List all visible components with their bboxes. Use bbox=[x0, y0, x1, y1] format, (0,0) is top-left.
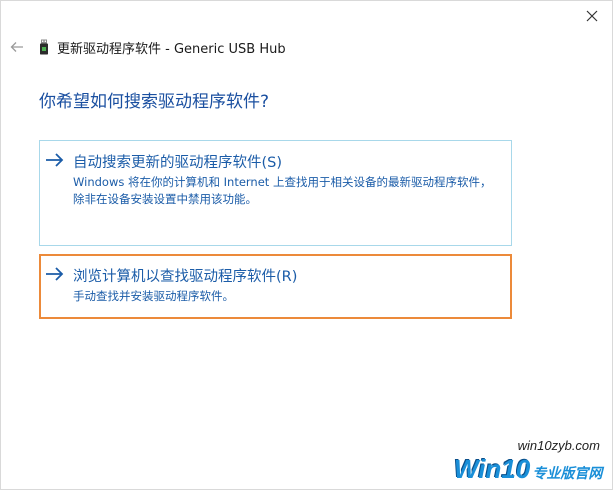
close-button[interactable] bbox=[579, 5, 605, 27]
site-watermark: win10zyb.com Win10 专业版官网 bbox=[448, 438, 608, 486]
browse-computer-option-description: 手动查找并安装驱动程序软件。 bbox=[73, 289, 234, 303]
arrow-right-icon bbox=[46, 267, 64, 281]
page-question: 你希望如何搜索驱动程序软件? bbox=[39, 92, 270, 112]
back-button[interactable] bbox=[6, 37, 28, 57]
usb-device-icon bbox=[40, 39, 48, 55]
back-arrow-icon bbox=[10, 42, 23, 52]
watermark-url: win10zyb.com bbox=[517, 438, 600, 453]
browse-computer-option[interactable]: 浏览计算机以查找驱动程序软件(R) 手动查找并安装驱动程序软件。 bbox=[39, 254, 512, 319]
auto-search-option-description: Windows 将在你的计算机和 Internet 上查找用于相关设备的最新驱动… bbox=[73, 175, 492, 206]
update-driver-dialog: 更新驱动程序软件 - Generic USB Hub 你希望如何搜索驱动程序软件… bbox=[0, 0, 613, 490]
watermark-brand: Win10 专业版官网 bbox=[454, 454, 602, 485]
arrow-right-icon bbox=[46, 153, 64, 167]
watermark-brand-sub: 专业版官网 bbox=[532, 465, 603, 481]
auto-search-option-title: 自动搜索更新的驱动程序软件(S) bbox=[73, 155, 283, 171]
auto-search-option[interactable]: 自动搜索更新的驱动程序软件(S) Windows 将在你的计算机和 Intern… bbox=[39, 140, 512, 246]
window-title: 更新驱动程序软件 - Generic USB Hub bbox=[57, 42, 286, 57]
close-icon bbox=[586, 10, 598, 22]
watermark-brand-main: Win10 bbox=[454, 454, 531, 484]
browse-computer-option-title: 浏览计算机以查找驱动程序软件(R) bbox=[73, 269, 298, 285]
